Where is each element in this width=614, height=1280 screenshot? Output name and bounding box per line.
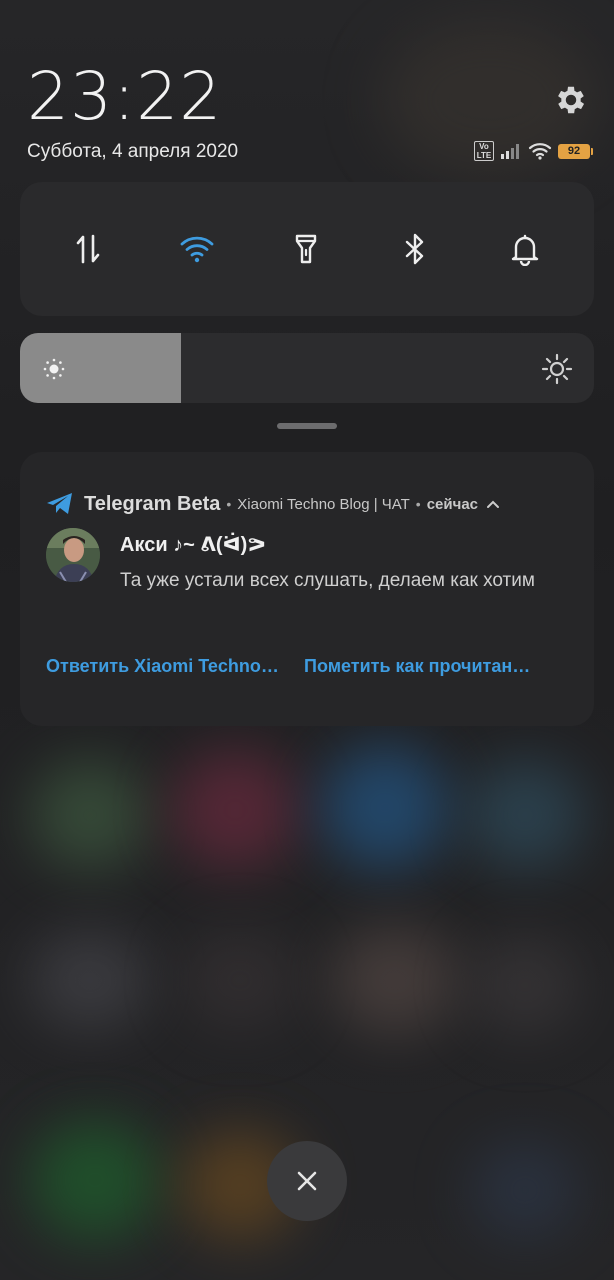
- mark-as-read-action-button[interactable]: Пометить как прочитан…: [304, 656, 530, 677]
- volte-badge: Vo LTE: [474, 141, 494, 161]
- signal-icon: [501, 144, 519, 159]
- notification-subtext: Xiaomi Techno Blog | ЧАТ: [237, 495, 410, 513]
- mobile-data-icon[interactable]: [70, 231, 106, 267]
- panel-drag-handle[interactable]: [277, 423, 337, 429]
- status-bar: Vo LTE 92: [474, 140, 593, 162]
- flashlight-icon[interactable]: [288, 231, 324, 267]
- chevron-up-icon[interactable]: [486, 499, 500, 509]
- wifi-toggle-icon[interactable]: [179, 231, 215, 267]
- clock-time[interactable]: 23:22: [27, 58, 222, 135]
- sender-name: Акси ♪~ ᕕ(ᐛ)ᕗ: [120, 534, 266, 556]
- app-name: Telegram Beta: [84, 492, 221, 515]
- wifi-status-icon: [528, 143, 552, 160]
- brightness-slider[interactable]: [20, 333, 594, 403]
- clock-date[interactable]: Суббота, 4 апреля 2020: [27, 141, 238, 163]
- message-text: Та уже устали всех слушать, делаем как х…: [120, 570, 535, 591]
- brightness-low-icon: [43, 358, 65, 380]
- telegram-icon: [47, 493, 72, 514]
- separator-dot: •: [415, 496, 421, 512]
- bell-icon[interactable]: [507, 231, 543, 267]
- reply-action-button[interactable]: Ответить Xiaomi Techno…: [46, 656, 279, 677]
- brightness-high-icon: [541, 353, 573, 385]
- telegram-notification[interactable]: Telegram Beta • Xiaomi Techno Blog | ЧАТ…: [20, 452, 594, 726]
- quick-settings-panel: [20, 182, 594, 316]
- separator-dot: •: [226, 496, 232, 512]
- settings-gear-icon[interactable]: [553, 82, 589, 118]
- sender-avatar: [46, 528, 100, 582]
- notification-header: Telegram Beta • Xiaomi Techno Blog | ЧАТ…: [46, 492, 500, 516]
- bluetooth-icon[interactable]: [397, 231, 433, 267]
- battery-indicator: 92: [558, 143, 593, 159]
- clear-all-button[interactable]: [267, 1141, 347, 1221]
- notification-time: сейчас: [426, 495, 479, 513]
- close-icon: [297, 1171, 317, 1191]
